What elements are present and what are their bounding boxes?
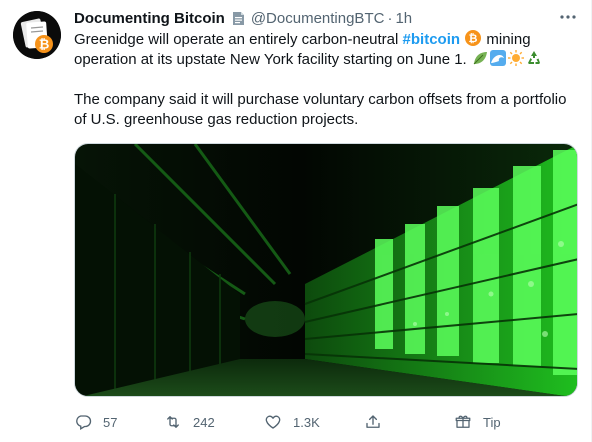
like-count: 1.3K	[293, 414, 320, 430]
share-icon	[366, 415, 380, 428]
avatar[interactable]: ₿	[13, 11, 61, 59]
svg-text:₿: ₿	[39, 38, 50, 53]
tweet-card[interactable]: ₿ Documenting Bitcoin @DocumentingBTC · …	[0, 0, 592, 442]
tweet-text: Greenidge will operate an entirely carbo…	[74, 30, 574, 130]
tweet-media-image[interactable]	[74, 143, 578, 397]
retweet-icon	[167, 416, 179, 428]
reply-count: 57	[103, 414, 118, 430]
reply-button[interactable]: 57	[74, 413, 117, 431]
author-handle[interactable]: @DocumentingBTC	[251, 10, 385, 27]
leaf-emoji-icon	[473, 52, 487, 65]
heart-icon	[265, 415, 281, 429]
tweet-actions: 57 242 1.3K Tip	[74, 411, 574, 433]
avatar-logo-icon: ₿	[13, 11, 61, 59]
mining-facility-photo	[75, 144, 577, 396]
recycle-emoji-icon	[527, 51, 540, 64]
retweet-count: 242	[193, 414, 215, 430]
tweet-timestamp[interactable]: 1h	[395, 10, 412, 27]
svg-text:₿: ₿	[469, 32, 478, 45]
hashtag-bitcoin[interactable]: #bitcoin	[403, 31, 461, 48]
retweet-button[interactable]: 242	[164, 413, 215, 431]
tweet-header: Documenting Bitcoin @DocumentingBTC · 1h	[74, 8, 571, 28]
share-button[interactable]	[364, 413, 382, 431]
tweet-paragraph-2: The company said it will purchase volunt…	[74, 91, 567, 128]
more-options-icon[interactable]	[559, 8, 577, 26]
tweet-paragraph-1: Greenidge will operate an entirely carbo…	[74, 30, 574, 70]
tip-label: Tip	[483, 414, 501, 430]
bitcoin-emoji-icon: ₿	[465, 30, 482, 46]
reply-icon	[76, 415, 92, 430]
tweet-text-before: Greenidge will operate an entirely carbo…	[74, 31, 403, 48]
wave-emoji-icon	[489, 50, 506, 66]
tip-icon	[455, 415, 471, 428]
like-button[interactable]: 1.3K	[264, 413, 320, 431]
sun-emoji-icon	[507, 50, 524, 66]
document-badge-icon	[232, 11, 245, 26]
tip-button[interactable]: Tip	[454, 413, 501, 431]
separator-dot: ·	[387, 9, 393, 27]
author-name[interactable]: Documenting Bitcoin	[74, 10, 225, 27]
